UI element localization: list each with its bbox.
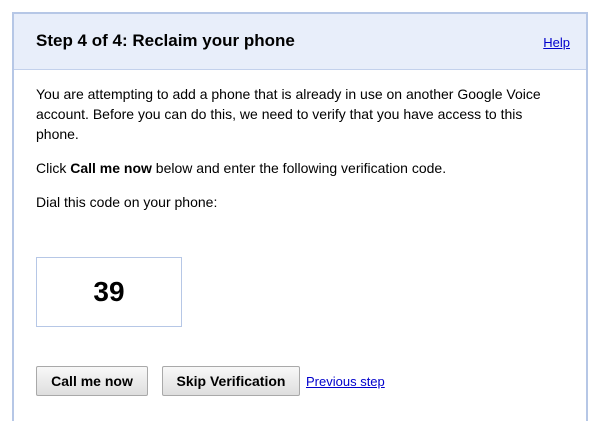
dialog-header: Step 4 of 4: Reclaim your phone Help bbox=[14, 14, 586, 70]
reclaim-phone-dialog: Step 4 of 4: Reclaim your phone Help You… bbox=[12, 12, 588, 421]
verification-code-box: 39 bbox=[36, 257, 182, 327]
page: Step 4 of 4: Reclaim your phone Help You… bbox=[0, 0, 600, 421]
dialog-title: Step 4 of 4: Reclaim your phone bbox=[36, 31, 295, 50]
skip-verification-button[interactable]: Skip Verification bbox=[162, 366, 300, 396]
explanation-text: You are attempting to add a phone that i… bbox=[36, 86, 541, 142]
action-bar: Call me now Skip Verification Previous s… bbox=[36, 366, 385, 396]
dial-prompt: Dial this code on your phone: bbox=[36, 194, 218, 210]
help-link[interactable]: Help bbox=[543, 35, 570, 50]
verification-code: 39 bbox=[93, 276, 125, 307]
dialog-content: You are attempting to add a phone that i… bbox=[36, 84, 568, 212]
instruction-text: Click Call me now below and enter the fo… bbox=[36, 158, 568, 178]
instruction-suffix: below and enter the following verificati… bbox=[151, 160, 447, 176]
previous-step-link[interactable]: Previous step bbox=[306, 374, 385, 389]
instruction-prefix: Click bbox=[36, 160, 71, 176]
instruction-bold: Call me now bbox=[70, 160, 152, 176]
call-me-now-button[interactable]: Call me now bbox=[36, 366, 148, 396]
